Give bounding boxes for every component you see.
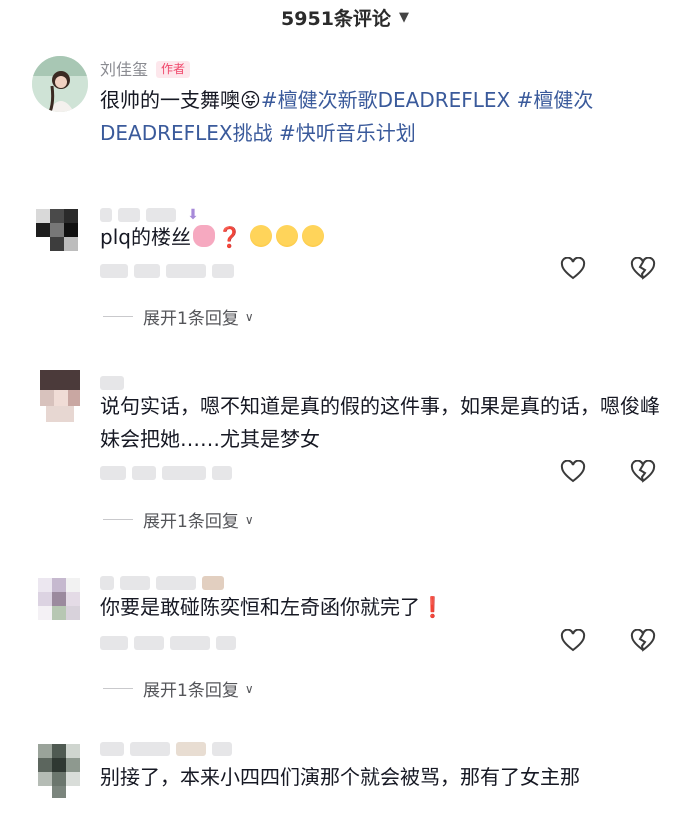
comment-author-masked: [100, 738, 238, 758]
question-mark-icon: ❓: [216, 225, 242, 249]
exclamation-icon: ❗: [420, 595, 445, 619]
comment-text: plq的楼丝 ❓: [100, 221, 660, 254]
chevron-down-icon: ∨: [244, 681, 254, 696]
avatar[interactable]: [32, 205, 88, 261]
comment-meta-masked: [100, 632, 242, 652]
avatar[interactable]: [32, 742, 88, 798]
brain-emoji-icon: [192, 225, 215, 247]
laugh-cry-emoji-icon: [302, 225, 325, 247]
heart-icon[interactable]: [560, 629, 586, 653]
comment-text: 说句实话，嗯不知道是真的假的这件事，如果是真的话，嗯俊峰妹会把她……尤其是梦女: [100, 394, 660, 451]
comment-author[interactable]: 刘佳玺 作者: [100, 56, 191, 80]
comment-meta-masked: [100, 462, 238, 482]
avatar[interactable]: [32, 56, 88, 112]
broken-heart-icon[interactable]: [630, 460, 656, 484]
heart-icon[interactable]: [560, 460, 586, 484]
hashtag-link[interactable]: #檀健次新歌DEADREFLEX: [261, 88, 510, 112]
comments-header[interactable]: 5951条评论 ▼: [0, 0, 690, 34]
expand-replies-button[interactable]: 展开1条回复 ∨: [103, 304, 254, 329]
chevron-down-icon: ∨: [244, 512, 254, 527]
hashtag-link[interactable]: #快听音乐计划: [279, 121, 416, 145]
expand-replies-button[interactable]: 展开1条回复 ∨: [103, 507, 254, 532]
broken-heart-icon[interactable]: [630, 629, 656, 653]
laugh-cry-emoji-icon: [276, 225, 299, 247]
comment-actions: [560, 629, 656, 653]
comment-author-masked: [100, 572, 230, 592]
comment-author-masked: [100, 372, 130, 392]
comment-text: 很帅的一支舞噢😝#檀健次新歌DEADREFLEX #檀健次DEADREFLEX挑…: [100, 88, 594, 145]
author-badge: 作者: [156, 61, 191, 78]
chevron-down-icon[interactable]: ▼: [399, 10, 409, 25]
broken-heart-icon[interactable]: [630, 257, 656, 281]
laugh-cry-emoji-icon: [250, 225, 273, 247]
comment-text: 你要是敢碰陈奕恒和左奇函你就完了❗: [100, 595, 445, 619]
expand-replies-button[interactable]: 展开1条回复 ∨: [103, 676, 254, 701]
comment-actions: [560, 257, 656, 281]
comment-actions: [560, 460, 656, 484]
comment-text: 别接了，本来小四四们演那个就会被骂，那有了女主那: [100, 765, 580, 789]
tongue-emoji-icon: 😝: [240, 88, 261, 112]
comment-count: 5951条评论: [281, 7, 391, 30]
chevron-down-icon: ∨: [244, 309, 254, 324]
avatar[interactable]: [32, 574, 88, 630]
comment-meta-masked: [100, 260, 240, 280]
heart-icon[interactable]: [560, 257, 586, 281]
avatar[interactable]: [32, 370, 88, 426]
